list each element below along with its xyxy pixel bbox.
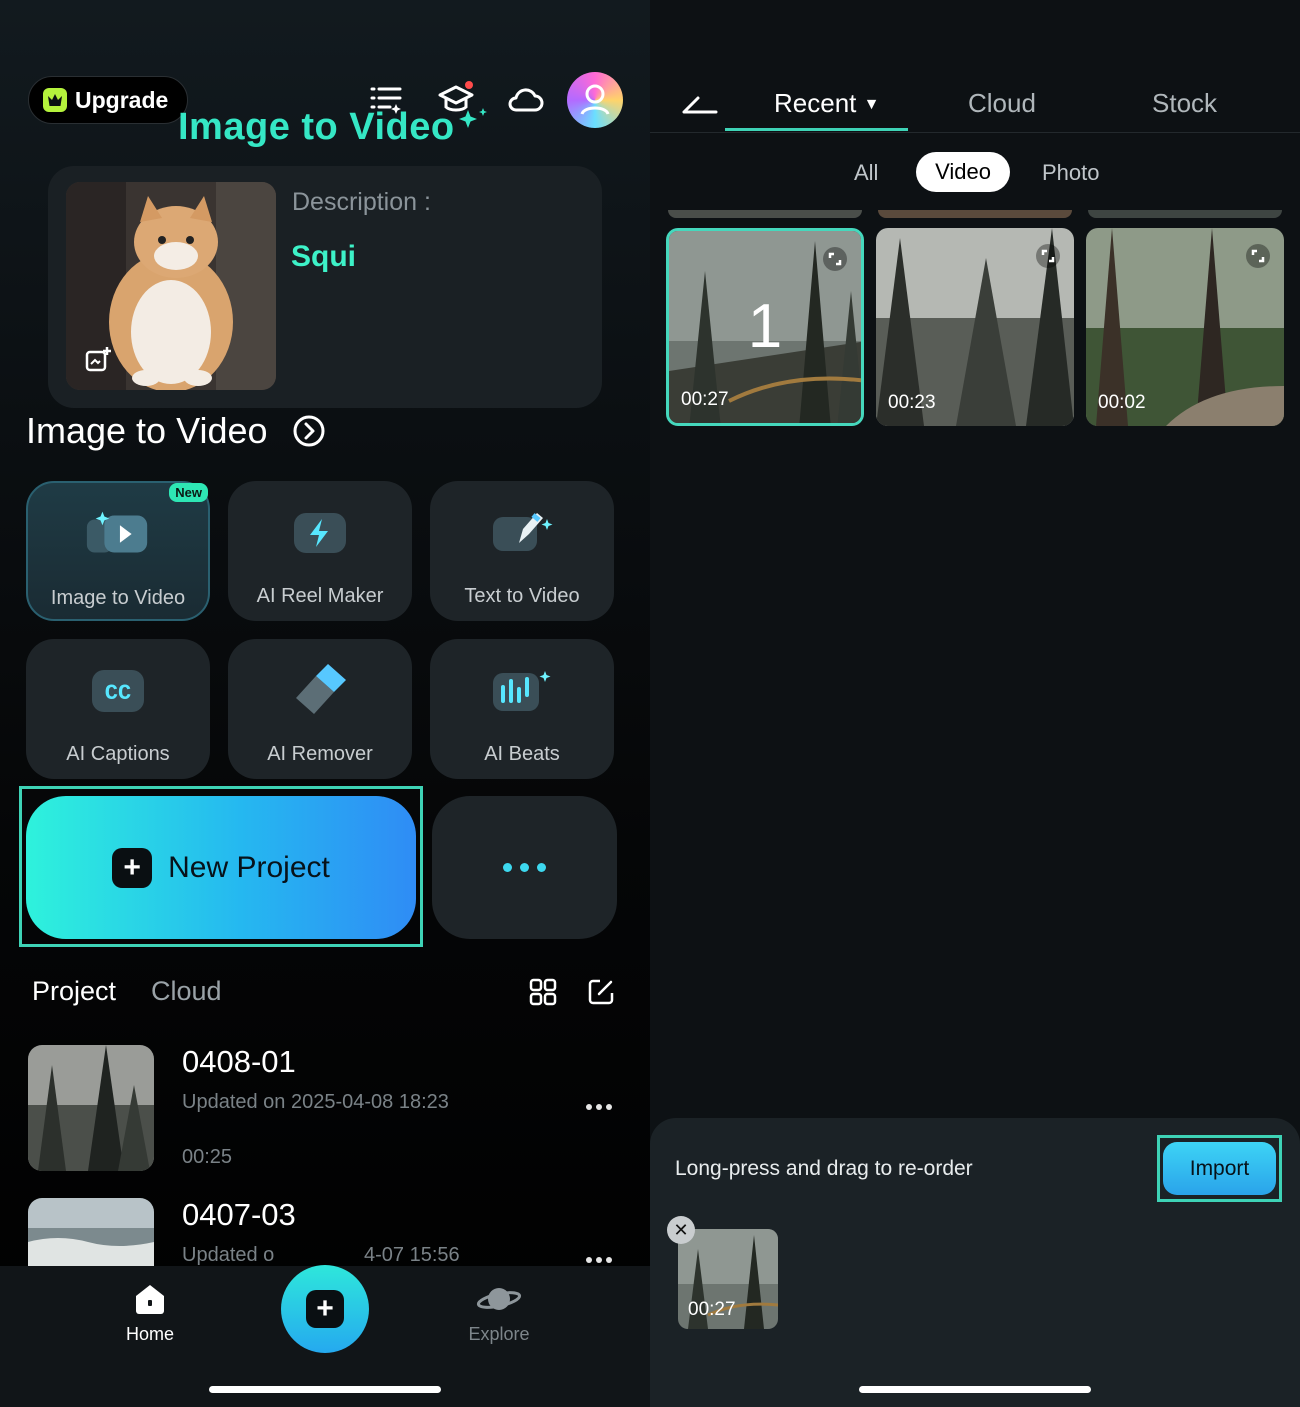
upgrade-button[interactable]: Upgrade — [28, 76, 188, 124]
project-more-icon[interactable] — [586, 1104, 612, 1110]
tool-image-to-video[interactable]: New Image to Video — [26, 481, 210, 621]
fab-new-project-button[interactable]: + — [281, 1265, 369, 1353]
reorder-hint: Long-press and drag to re-order — [675, 1157, 973, 1180]
filter-all[interactable]: All — [854, 160, 878, 186]
media-picker-screen: Recent ▼ Cloud Stock All Video Photo 1 0… — [650, 0, 1300, 1407]
tool-ai-remover[interactable]: AI Remover — [228, 639, 412, 779]
home-indicator — [209, 1386, 441, 1393]
divider — [650, 132, 1300, 133]
svg-text:CC: CC — [105, 681, 131, 706]
tab-recent[interactable]: Recent ▼ — [774, 88, 879, 119]
expand-icon[interactable] — [1036, 244, 1060, 268]
nav-explore-label: Explore — [468, 1324, 530, 1344]
tab-recent-label: Recent — [774, 88, 857, 118]
media-duration: 00:02 — [1098, 392, 1146, 413]
remove-clip-icon[interactable]: ✕ — [667, 1216, 695, 1244]
cloud-icon[interactable] — [505, 80, 545, 120]
media-item-selected[interactable]: 1 00:27 — [666, 228, 864, 426]
expand-icon[interactable] — [1246, 244, 1270, 268]
tool-ai-beats[interactable]: AI Beats — [430, 639, 614, 779]
new-badge: New — [169, 483, 208, 502]
nav-home-label: Home — [125, 1324, 174, 1344]
project-thumbnail[interactable] — [28, 1198, 154, 1266]
media-duration: 00:27 — [681, 389, 729, 410]
media-thumb-partial — [1088, 210, 1282, 218]
eraser-icon — [285, 663, 355, 719]
tool-label: Image to Video — [50, 587, 186, 609]
crown-icon — [43, 88, 67, 112]
nav-explore[interactable]: Explore — [439, 1282, 559, 1345]
project-updated-time: 4-07 15:56 — [364, 1244, 460, 1266]
tab-stock[interactable]: Stock — [1152, 88, 1217, 119]
sparkle-icon — [456, 106, 490, 141]
project-duration: 00:25 — [182, 1146, 233, 1168]
tool-label: Text to Video — [464, 585, 580, 607]
more-tools-button[interactable] — [432, 796, 617, 939]
project-title[interactable]: 0407-03 — [182, 1197, 296, 1233]
description-value: Squi — [291, 240, 356, 273]
filter-video[interactable]: Video — [916, 152, 1010, 192]
lightning-icon — [285, 505, 355, 561]
brand-title: Image to Video — [178, 106, 455, 148]
media-thumb-partial — [668, 210, 862, 218]
clip-duration: 00:27 — [688, 1299, 736, 1320]
home-icon — [136, 1285, 164, 1314]
tab-cloud[interactable]: Cloud — [151, 976, 222, 1007]
home-screen: Upgrade Image to Video Description: Squ… — [0, 0, 650, 1407]
media-thumb-partial — [878, 210, 1072, 218]
project-more-icon[interactable] — [586, 1257, 612, 1263]
planet-icon — [476, 1288, 522, 1310]
project-title[interactable]: 0408-01 — [182, 1044, 296, 1080]
captions-cc-icon: CC — [83, 663, 153, 719]
home-indicator — [859, 1386, 1091, 1393]
section-title[interactable]: Image to Video — [26, 410, 268, 452]
avatar[interactable] — [567, 72, 623, 128]
upgrade-label: Upgrade — [75, 86, 169, 113]
grid-view-icon[interactable] — [528, 977, 558, 1012]
media-item[interactable]: 00:02 — [1086, 228, 1284, 426]
more-dots-icon — [503, 863, 512, 872]
edit-select-icon[interactable] — [586, 977, 616, 1012]
chevron-right-circle-icon[interactable] — [292, 414, 326, 453]
caret-down-icon: ▼ — [863, 96, 880, 114]
project-updated: Updated on 2025-04-08 18:23 — [182, 1091, 449, 1113]
tab-cloud[interactable]: Cloud — [968, 88, 1036, 119]
description-label: Description : — [292, 188, 431, 216]
tool-label: AI Captions — [66, 743, 170, 765]
nav-home[interactable]: Home — [90, 1282, 210, 1345]
selected-clip-thumbnail[interactable]: 00:27 — [678, 1229, 778, 1329]
active-tab-underline — [725, 128, 908, 131]
tool-label: AI Remover — [267, 743, 373, 765]
import-button[interactable]: Import — [1163, 1142, 1276, 1195]
tool-text-to-video[interactable]: Text to Video — [430, 481, 614, 621]
selection-order-number: 1 — [747, 292, 783, 361]
expand-icon[interactable] — [823, 247, 847, 271]
pencil-video-icon — [487, 505, 557, 561]
project-updated: Updated o — [182, 1244, 275, 1266]
cat-image — [66, 182, 276, 390]
new-project-label: New Project — [168, 850, 330, 884]
new-project-button[interactable]: + New Project — [26, 796, 416, 939]
plus-icon: + — [306, 1290, 344, 1328]
tab-project[interactable]: Project — [32, 976, 116, 1007]
image-to-video-icon — [83, 507, 153, 563]
tool-label: AI Beats — [484, 743, 560, 765]
tool-ai-captions[interactable]: CC AI Captions — [26, 639, 210, 779]
project-thumbnail[interactable] — [28, 1045, 154, 1171]
tool-label: AI Reel Maker — [256, 585, 384, 607]
plus-icon: + — [112, 847, 153, 888]
back-arrow-icon[interactable] — [680, 92, 718, 121]
filter-photo[interactable]: Photo — [1042, 160, 1100, 186]
tool-ai-reel-maker[interactable]: AI Reel Maker — [228, 481, 412, 621]
edit-image-icon[interactable] — [84, 346, 112, 379]
music-beats-icon — [487, 663, 557, 719]
media-item[interactable]: 00:23 — [876, 228, 1074, 426]
media-duration: 00:23 — [888, 392, 936, 413]
